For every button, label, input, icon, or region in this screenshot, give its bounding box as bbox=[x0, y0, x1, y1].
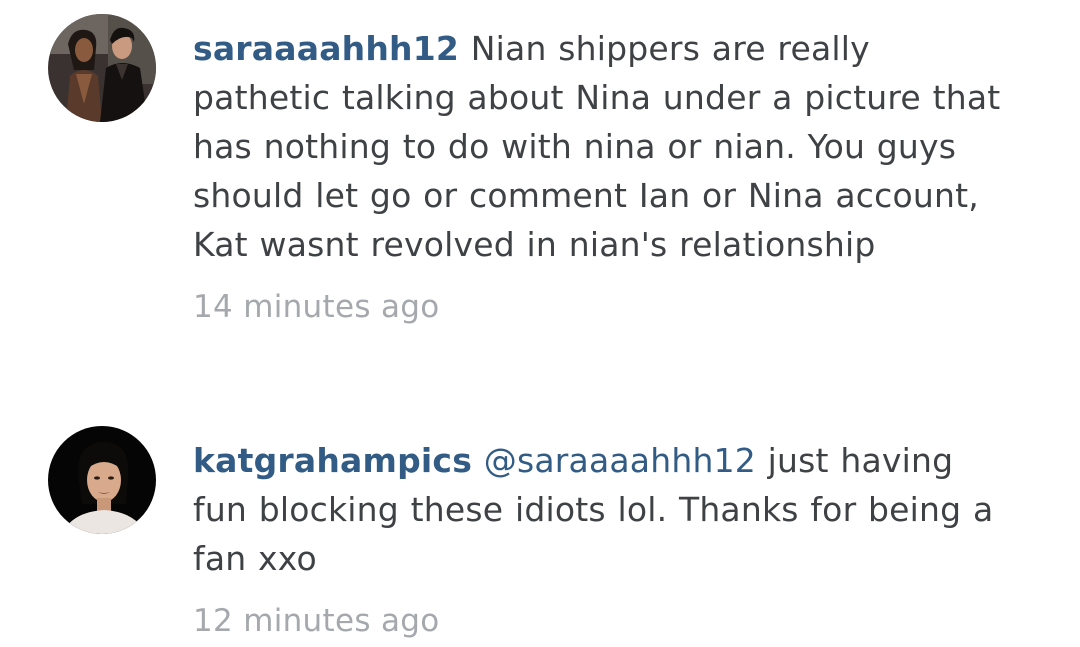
avatar-image bbox=[48, 426, 156, 534]
comment-body: saraaaahhh12 Nian shippers are really pa… bbox=[193, 24, 1003, 325]
comment-mention[interactable]: @saraaaahhh12 bbox=[484, 441, 756, 480]
comment-timestamp: 12 minutes ago bbox=[193, 603, 440, 639]
comment-body: katgrahampics @saraaaahhh12 just having … bbox=[193, 436, 1003, 639]
avatar[interactable] bbox=[48, 426, 156, 534]
comment-timestamp: 14 minutes ago bbox=[193, 289, 440, 325]
comment-username[interactable]: saraaaahhh12 bbox=[193, 29, 459, 68]
avatar-image bbox=[48, 14, 156, 122]
comment-text: saraaaahhh12 Nian shippers are really pa… bbox=[193, 24, 1003, 269]
comment-username[interactable]: katgrahampics bbox=[193, 441, 472, 480]
avatar[interactable] bbox=[48, 14, 156, 122]
comment-text: katgrahampics @saraaaahhh12 just having … bbox=[193, 436, 1003, 583]
